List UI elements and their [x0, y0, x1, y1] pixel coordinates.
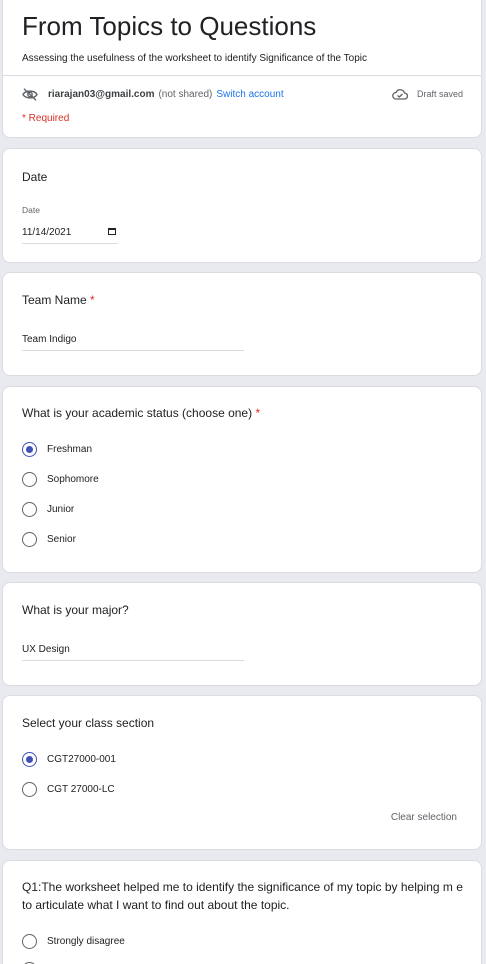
not-shared-label: (not shared)	[158, 88, 213, 100]
radio-button[interactable]	[22, 781, 37, 797]
academic-status-question-title: What is your academic status (choose one…	[22, 404, 260, 422]
radio-button[interactable]	[22, 501, 37, 517]
required-note: * Required	[22, 113, 70, 124]
major-question-card: What is your major? UX Design	[2, 582, 482, 686]
academic-status-question-card: What is your academic status (choose one…	[2, 386, 482, 573]
required-asterisk: *	[255, 406, 261, 420]
team-name-question-card: Team Name * Team Indigo	[2, 272, 482, 376]
team-name-title-text: Team Name	[22, 293, 87, 307]
draft-status: Draft saved	[392, 88, 463, 100]
date-sub-label: Date	[22, 205, 40, 215]
radio-option-strongly-disagree[interactable]: Strongly disagree	[22, 931, 125, 951]
required-asterisk: *	[90, 293, 95, 307]
radio-option-label: Junior	[47, 503, 75, 515]
radio-option-senior[interactable]: Senior	[22, 529, 76, 549]
date-value: 11/14/2021	[22, 227, 72, 238]
draft-status-label: Draft saved	[416, 89, 463, 99]
date-question-card: Date Date 11/14/2021	[2, 148, 482, 263]
q1-question-title: Q1:The worksheet helped me to identify t…	[22, 880, 463, 912]
q1-question-card: Q1:The worksheet helped me to identify t…	[2, 860, 482, 964]
account-email: riarajan03@gmail.com	[48, 88, 155, 100]
academic-status-title-text: What is your academic status (choose one…	[22, 406, 253, 420]
account-row: riarajan03@gmail.com (not shared) Switch…	[22, 86, 463, 102]
eye-off-icon	[22, 87, 38, 101]
class-section-question-title: Select your class section	[22, 716, 155, 730]
date-input[interactable]: 11/14/2021	[22, 224, 118, 244]
clear-selection-button[interactable]: Clear selection	[391, 812, 457, 823]
radio-button[interactable]	[22, 531, 37, 547]
header-divider	[3, 75, 481, 76]
radio-option-label: Senior	[47, 533, 76, 545]
radio-option-label: CGT 27000-LC	[47, 783, 115, 795]
team-name-input[interactable]: Team Indigo	[22, 329, 244, 351]
radio-option-partial[interactable]	[22, 959, 47, 964]
form-description: Assessing the usefulness of the workshee…	[22, 53, 368, 64]
class-section-question-card: Select your class section CGT27000-001 C…	[2, 695, 482, 850]
radio-option-label: Freshman	[47, 443, 93, 455]
radio-option-label: Strongly disagree	[47, 935, 125, 947]
switch-account-link[interactable]: Switch account	[216, 89, 283, 100]
radio-button-selected[interactable]	[22, 441, 37, 457]
radio-button[interactable]	[22, 933, 37, 949]
radio-option-label: Sophomore	[47, 473, 99, 485]
date-question-title: Date	[22, 170, 48, 184]
team-name-question-title: Team Name *	[22, 291, 95, 309]
radio-option-junior[interactable]: Junior	[22, 499, 74, 519]
form-title: From Topics to Questions	[22, 11, 317, 41]
cloud-done-icon	[392, 88, 417, 100]
radio-option-freshman[interactable]: Freshman	[22, 439, 92, 459]
form-header-card: From Topics to Questions Assessing the u…	[2, 0, 482, 138]
radio-option-cgt27000-lc[interactable]: CGT 27000-LC	[22, 779, 115, 799]
radio-button[interactable]	[22, 471, 37, 487]
radio-option-cgt27000-001[interactable]: CGT27000-001	[22, 749, 116, 769]
radio-option-sophomore[interactable]: Sophomore	[22, 469, 99, 489]
calendar-icon[interactable]	[108, 228, 116, 235]
radio-button-selected[interactable]	[22, 751, 37, 767]
major-input[interactable]: UX Design	[22, 639, 244, 661]
radio-option-label: CGT27000-001	[47, 753, 116, 765]
major-question-title: What is your major?	[22, 603, 129, 617]
